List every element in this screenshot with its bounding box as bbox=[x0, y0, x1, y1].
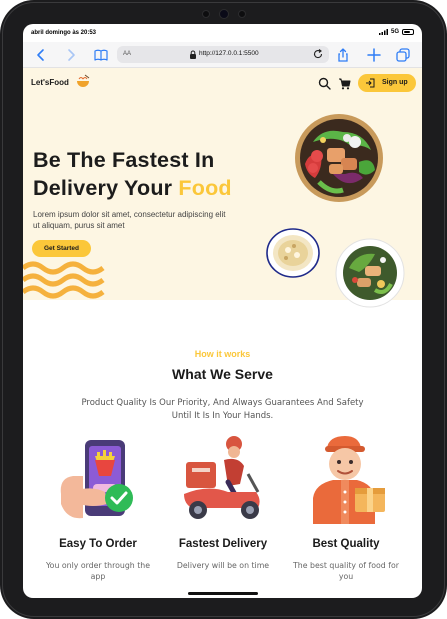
signup-label: Sign up bbox=[382, 79, 408, 86]
forward-icon[interactable] bbox=[63, 47, 79, 63]
signal-icon bbox=[378, 29, 388, 35]
section-subtitle: How it works bbox=[194, 349, 251, 359]
hero-title-line2: Delivery Your bbox=[33, 176, 179, 200]
hero-title: Be The Fastest In Delivery Your Food bbox=[33, 146, 283, 202]
feature-description: You only order through the app bbox=[45, 561, 151, 581]
back-icon[interactable] bbox=[33, 47, 49, 63]
tabs-overview-icon[interactable] bbox=[395, 47, 411, 63]
feature-description: The best quality of food for you bbox=[293, 561, 399, 581]
salad-bowl-image bbox=[295, 114, 383, 202]
signup-button[interactable]: Sign up bbox=[358, 74, 416, 92]
url-text: http://127.0.0.1:5500 bbox=[199, 50, 259, 57]
status-bar: abril domingo às 20:53 5G bbox=[23, 24, 422, 42]
hero-description: Lorem ipsum dolor sit amet, consectetur … bbox=[33, 210, 226, 230]
feature-title: Best Quality bbox=[312, 538, 380, 550]
screen: abril domingo às 20:53 5G AA http://127.… bbox=[23, 24, 422, 598]
site-header: Let'sFood Sign up bbox=[23, 68, 422, 98]
reload-icon[interactable] bbox=[312, 48, 324, 60]
soup-bowl-image bbox=[266, 228, 320, 278]
lock-icon bbox=[190, 50, 196, 59]
hero-section: Let'sFood Sign up Be The Fastest In Deli… bbox=[23, 68, 422, 308]
status-time: abril domingo às 20:53 bbox=[31, 30, 97, 36]
new-tab-icon[interactable] bbox=[366, 47, 382, 63]
feature-title: Easy To Order bbox=[59, 538, 137, 550]
cart-icon[interactable] bbox=[338, 77, 351, 90]
tablet-frame: abril domingo às 20:53 5G AA http://127.… bbox=[0, 0, 447, 619]
site-logo[interactable]: Let'sFood bbox=[31, 78, 69, 87]
hero-title-accent: Food bbox=[178, 176, 232, 200]
login-icon bbox=[366, 78, 375, 88]
feature-card: Best Quality The best quality of food fo… bbox=[281, 434, 411, 581]
phone-order-icon bbox=[60, 440, 133, 519]
feature-title: Fastest Delivery bbox=[178, 538, 268, 550]
address-bar[interactable]: AA http://127.0.0.1:5500 bbox=[117, 46, 329, 63]
network-label: 5G bbox=[390, 29, 399, 35]
camera-bar bbox=[183, 8, 265, 20]
food-plate-image bbox=[335, 238, 405, 308]
browser-toolbar: AA http://127.0.0.1:5500 bbox=[23, 42, 422, 68]
chef-quality-icon bbox=[313, 436, 385, 524]
home-indicator[interactable] bbox=[188, 592, 258, 595]
delivery-scooter-icon bbox=[184, 436, 260, 519]
bookmarks-icon[interactable] bbox=[93, 47, 109, 63]
camera-icon bbox=[219, 9, 229, 19]
section-description: Product Quality Is Our Priority, And Alw… bbox=[81, 398, 364, 421]
get-started-button[interactable]: Get Started bbox=[32, 240, 91, 257]
share-icon[interactable] bbox=[335, 47, 351, 63]
text-size-button[interactable]: AA bbox=[123, 51, 131, 57]
bowl-logo-icon bbox=[77, 74, 90, 87]
feature-description: Delivery will be on time bbox=[176, 561, 270, 570]
section-title: What We Serve bbox=[172, 366, 273, 382]
sensor-icon bbox=[238, 10, 246, 18]
hero-title-line1: Be The Fastest In bbox=[33, 148, 215, 172]
search-icon[interactable] bbox=[318, 77, 331, 90]
wave-decoration bbox=[23, 261, 105, 299]
status-indicators: 5G bbox=[378, 29, 414, 35]
sensor-icon bbox=[202, 10, 210, 18]
feature-card: Easy To Order You only order through the… bbox=[33, 434, 163, 581]
feature-card: Fastest Delivery Delivery will be on tim… bbox=[158, 434, 288, 570]
battery-icon bbox=[402, 29, 414, 35]
